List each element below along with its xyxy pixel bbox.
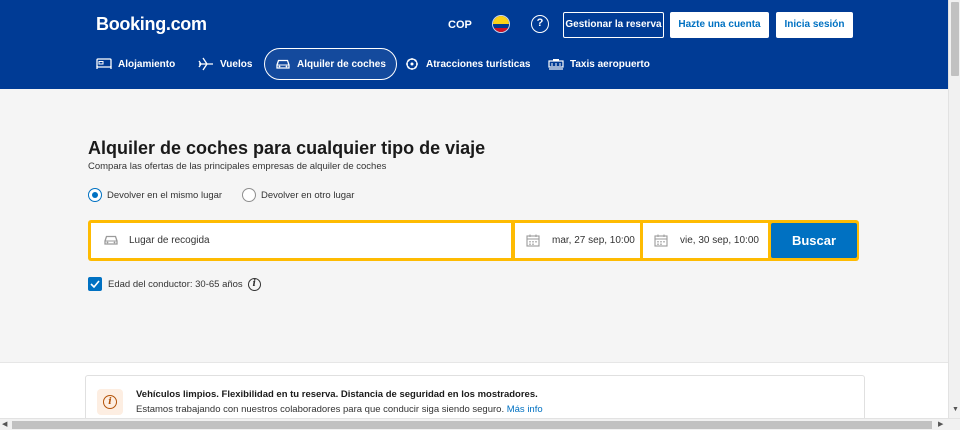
notice-body: Estamos trabajando con nuestros colabora… bbox=[136, 404, 543, 415]
search-bar: Lugar de recogida mar, 27 sep, 10:00 vie… bbox=[88, 220, 859, 261]
nav-item-label: Taxis aeropuerto bbox=[570, 58, 650, 70]
register-button[interactable]: Hazte una cuenta bbox=[670, 12, 769, 38]
help-icon[interactable]: ? bbox=[531, 15, 549, 33]
scroll-right-icon[interactable]: ▶ bbox=[938, 420, 943, 428]
nav-item-label: Alquiler de coches bbox=[297, 58, 386, 70]
driver-age-checkbox-row[interactable]: Edad del conductor: 30-65 años i bbox=[88, 277, 261, 291]
info-icon: i bbox=[97, 389, 123, 415]
radio-return-same[interactable]: Devolver en el mismo lugar bbox=[88, 188, 222, 202]
vertical-scrollbar[interactable]: ▼ bbox=[948, 0, 960, 418]
dropoff-date-value: vie, 30 sep, 10:00 bbox=[680, 235, 759, 246]
pickup-location-placeholder: Lugar de recogida bbox=[129, 235, 210, 246]
bed-icon bbox=[96, 56, 112, 72]
dropoff-date-field[interactable]: vie, 30 sep, 10:00 bbox=[643, 223, 768, 258]
taxi-icon bbox=[548, 56, 564, 72]
calendar-icon bbox=[654, 234, 670, 248]
car-icon bbox=[103, 234, 119, 248]
checkbox-checked-icon[interactable] bbox=[88, 277, 102, 291]
pickup-date-value: mar, 27 sep, 10:00 bbox=[552, 235, 635, 246]
nav-item-attractions[interactable]: Atracciones turísticas bbox=[404, 48, 531, 80]
car-icon bbox=[275, 56, 291, 72]
search-button[interactable]: Buscar bbox=[771, 223, 857, 258]
top-header: Booking.com COP ? Gestionar la reserva H… bbox=[0, 0, 948, 89]
nav-item-airport-taxis[interactable]: Taxis aeropuerto bbox=[548, 48, 650, 80]
info-icon[interactable]: i bbox=[247, 277, 261, 291]
driver-age-label: Edad del conductor: 30-65 años bbox=[108, 278, 243, 290]
radio-unselected-icon[interactable] bbox=[242, 188, 256, 202]
nav-item-flights[interactable]: Vuelos bbox=[198, 48, 252, 80]
horizontal-scrollbar[interactable]: ◀ ▶ bbox=[0, 418, 960, 430]
nav-item-car-rental[interactable]: Alquiler de coches bbox=[264, 48, 397, 80]
attractions-icon bbox=[404, 56, 420, 72]
scroll-left-icon[interactable]: ◀ bbox=[2, 420, 7, 428]
page-subtitle: Compara las ofertas de las principales e… bbox=[88, 161, 387, 172]
more-info-link[interactable]: Más info bbox=[507, 404, 543, 415]
pickup-date-field[interactable]: mar, 27 sep, 10:00 bbox=[515, 223, 640, 258]
radio-selected-icon[interactable] bbox=[88, 188, 102, 202]
scroll-down-icon[interactable]: ▼ bbox=[952, 406, 959, 413]
nav-item-stays[interactable]: Alojamiento bbox=[96, 48, 175, 80]
nav-item-label: Atracciones turísticas bbox=[426, 58, 531, 70]
radio-return-other[interactable]: Devolver en otro lugar bbox=[242, 188, 354, 202]
notice-heading: Vehículos limpios. Flexibilidad en tu re… bbox=[136, 389, 538, 400]
manage-booking-button[interactable]: Gestionar la reserva bbox=[563, 12, 664, 38]
radio-label: Devolver en el mismo lugar bbox=[107, 189, 223, 201]
signin-button[interactable]: Inicia sesión bbox=[776, 12, 853, 38]
language-flag-icon[interactable] bbox=[492, 15, 510, 33]
currency-selector[interactable]: COP bbox=[448, 19, 472, 31]
nav-item-label: Alojamiento bbox=[118, 58, 176, 70]
plane-icon bbox=[198, 56, 214, 72]
nav-item-label: Vuelos bbox=[220, 58, 253, 70]
page-title: Alquiler de coches para cualquier tipo d… bbox=[88, 138, 486, 158]
radio-label: Devolver en otro lugar bbox=[261, 189, 355, 201]
calendar-icon bbox=[526, 234, 542, 248]
pickup-location-field[interactable]: Lugar de recogida bbox=[91, 223, 511, 258]
scrollbar-thumb[interactable] bbox=[951, 2, 959, 76]
scrollbar-thumb[interactable] bbox=[12, 421, 932, 429]
booking-logo[interactable]: Booking.com bbox=[96, 14, 207, 35]
